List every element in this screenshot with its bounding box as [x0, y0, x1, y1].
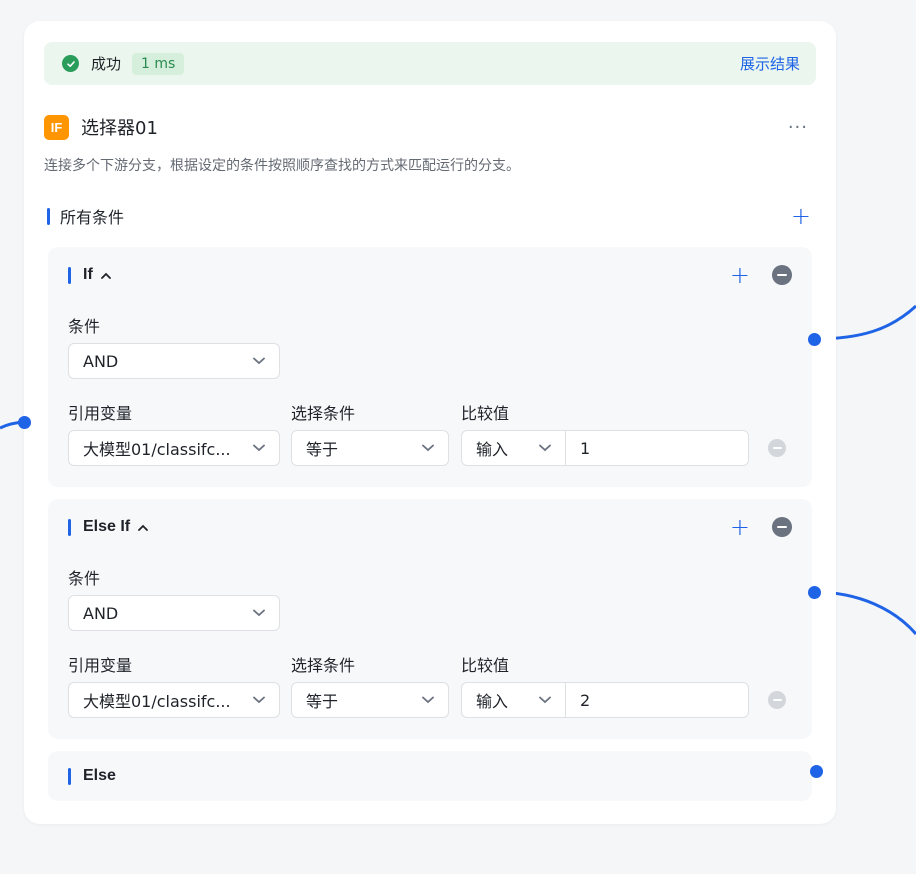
value-type-select[interactable]: 输入	[461, 430, 565, 466]
logic-value: AND	[83, 603, 119, 623]
more-options-button[interactable]: ···	[788, 117, 808, 138]
branch-accent-bar	[68, 518, 71, 536]
run-status-bar: 成功 1 ms 展示结果	[44, 42, 816, 85]
chevron-up-icon[interactable]	[138, 524, 149, 531]
value-type-select[interactable]: 输入	[461, 682, 565, 718]
chevron-down-icon	[422, 696, 434, 704]
branch-else: Else	[48, 751, 812, 801]
compare-value-input[interactable]: 2	[565, 682, 749, 718]
chevron-down-icon	[422, 444, 434, 452]
chevron-down-icon	[253, 696, 265, 704]
condition-label: 条件	[68, 569, 101, 588]
remove-branch-button[interactable]	[772, 517, 792, 537]
condition-label: 条件	[68, 317, 101, 336]
operator-value: 等于	[306, 440, 339, 459]
show-result-link[interactable]: 展示结果	[740, 53, 800, 74]
add-condition-button[interactable]: +	[730, 263, 750, 287]
logic-select[interactable]: AND	[68, 595, 280, 631]
else-output-port[interactable]	[810, 765, 823, 778]
node-header: IF 选择器01 ···	[44, 114, 816, 140]
branch-accent-bar	[68, 266, 71, 284]
branch-name: Else	[83, 767, 116, 784]
branch-header: If +	[68, 263, 792, 287]
variable-value: 大模型01/classifc...	[83, 440, 231, 459]
logic-value: AND	[83, 351, 119, 371]
operator-select[interactable]: 等于	[291, 682, 449, 718]
branch-name: Else If	[83, 518, 131, 535]
branch-if: If + 条件 AND 引用变量 选择条件 比较值 大模型01/classifc…	[48, 247, 812, 487]
branch-else-if: Else If + 条件 AND 引用变量 选择条件 比较值 大模型01/cla…	[48, 499, 812, 739]
operator-column-label: 选择条件	[291, 656, 356, 675]
value-type-value: 输入	[476, 440, 509, 459]
section-accent-bar	[47, 207, 50, 225]
branch-accent-bar	[68, 767, 71, 785]
status-text: 成功	[91, 55, 122, 73]
chevron-down-icon	[253, 609, 265, 617]
variable-select[interactable]: 大模型01/classifc...	[68, 682, 280, 718]
branch-header: Else	[68, 765, 792, 787]
all-conditions-header: 所有条件 +	[47, 204, 811, 228]
chevron-down-icon	[253, 444, 265, 452]
all-conditions-title: 所有条件	[60, 208, 125, 227]
input-port[interactable]	[18, 416, 31, 429]
remove-condition-button[interactable]	[768, 691, 786, 709]
add-condition-button[interactable]: +	[730, 515, 750, 539]
logic-select[interactable]: AND	[68, 343, 280, 379]
variable-column-label: 引用变量	[68, 656, 133, 675]
duration-badge: 1 ms	[132, 52, 185, 75]
compare-value-input[interactable]: 1	[565, 430, 749, 466]
if-node-icon: IF	[44, 114, 69, 140]
chevron-down-icon	[253, 357, 265, 365]
node-title[interactable]: 选择器01	[81, 114, 158, 140]
variable-column-label: 引用变量	[68, 404, 133, 423]
check-circle-icon	[62, 55, 79, 72]
value-type-value: 输入	[476, 692, 509, 711]
node-description: 连接多个下游分支，根据设定的条件按照顺序查找的方式来匹配运行的分支。	[44, 158, 520, 174]
compare-value-text: 2	[580, 690, 591, 710]
chevron-down-icon	[539, 444, 551, 452]
branch-name: If	[83, 266, 93, 283]
if-output-port[interactable]	[808, 333, 821, 346]
operator-value: 等于	[306, 692, 339, 711]
selector-node-card[interactable]: 成功 1 ms 展示结果 IF 选择器01 ··· 连接多个下游分支，根据设定的…	[24, 21, 836, 824]
chevron-up-icon[interactable]	[100, 272, 111, 279]
compare-column-label: 比较值	[461, 656, 510, 675]
branch-header: Else If +	[68, 515, 792, 539]
operator-select[interactable]: 等于	[291, 430, 449, 466]
variable-select[interactable]: 大模型01/classifc...	[68, 430, 280, 466]
remove-condition-button[interactable]	[768, 439, 786, 457]
add-branch-button[interactable]: +	[791, 204, 811, 228]
elseif-output-port[interactable]	[808, 586, 821, 599]
remove-branch-button[interactable]	[772, 265, 792, 285]
compare-value-text: 1	[580, 438, 591, 458]
chevron-down-icon	[539, 696, 551, 704]
variable-value: 大模型01/classifc...	[83, 692, 231, 711]
operator-column-label: 选择条件	[291, 404, 356, 423]
compare-column-label: 比较值	[461, 404, 510, 423]
